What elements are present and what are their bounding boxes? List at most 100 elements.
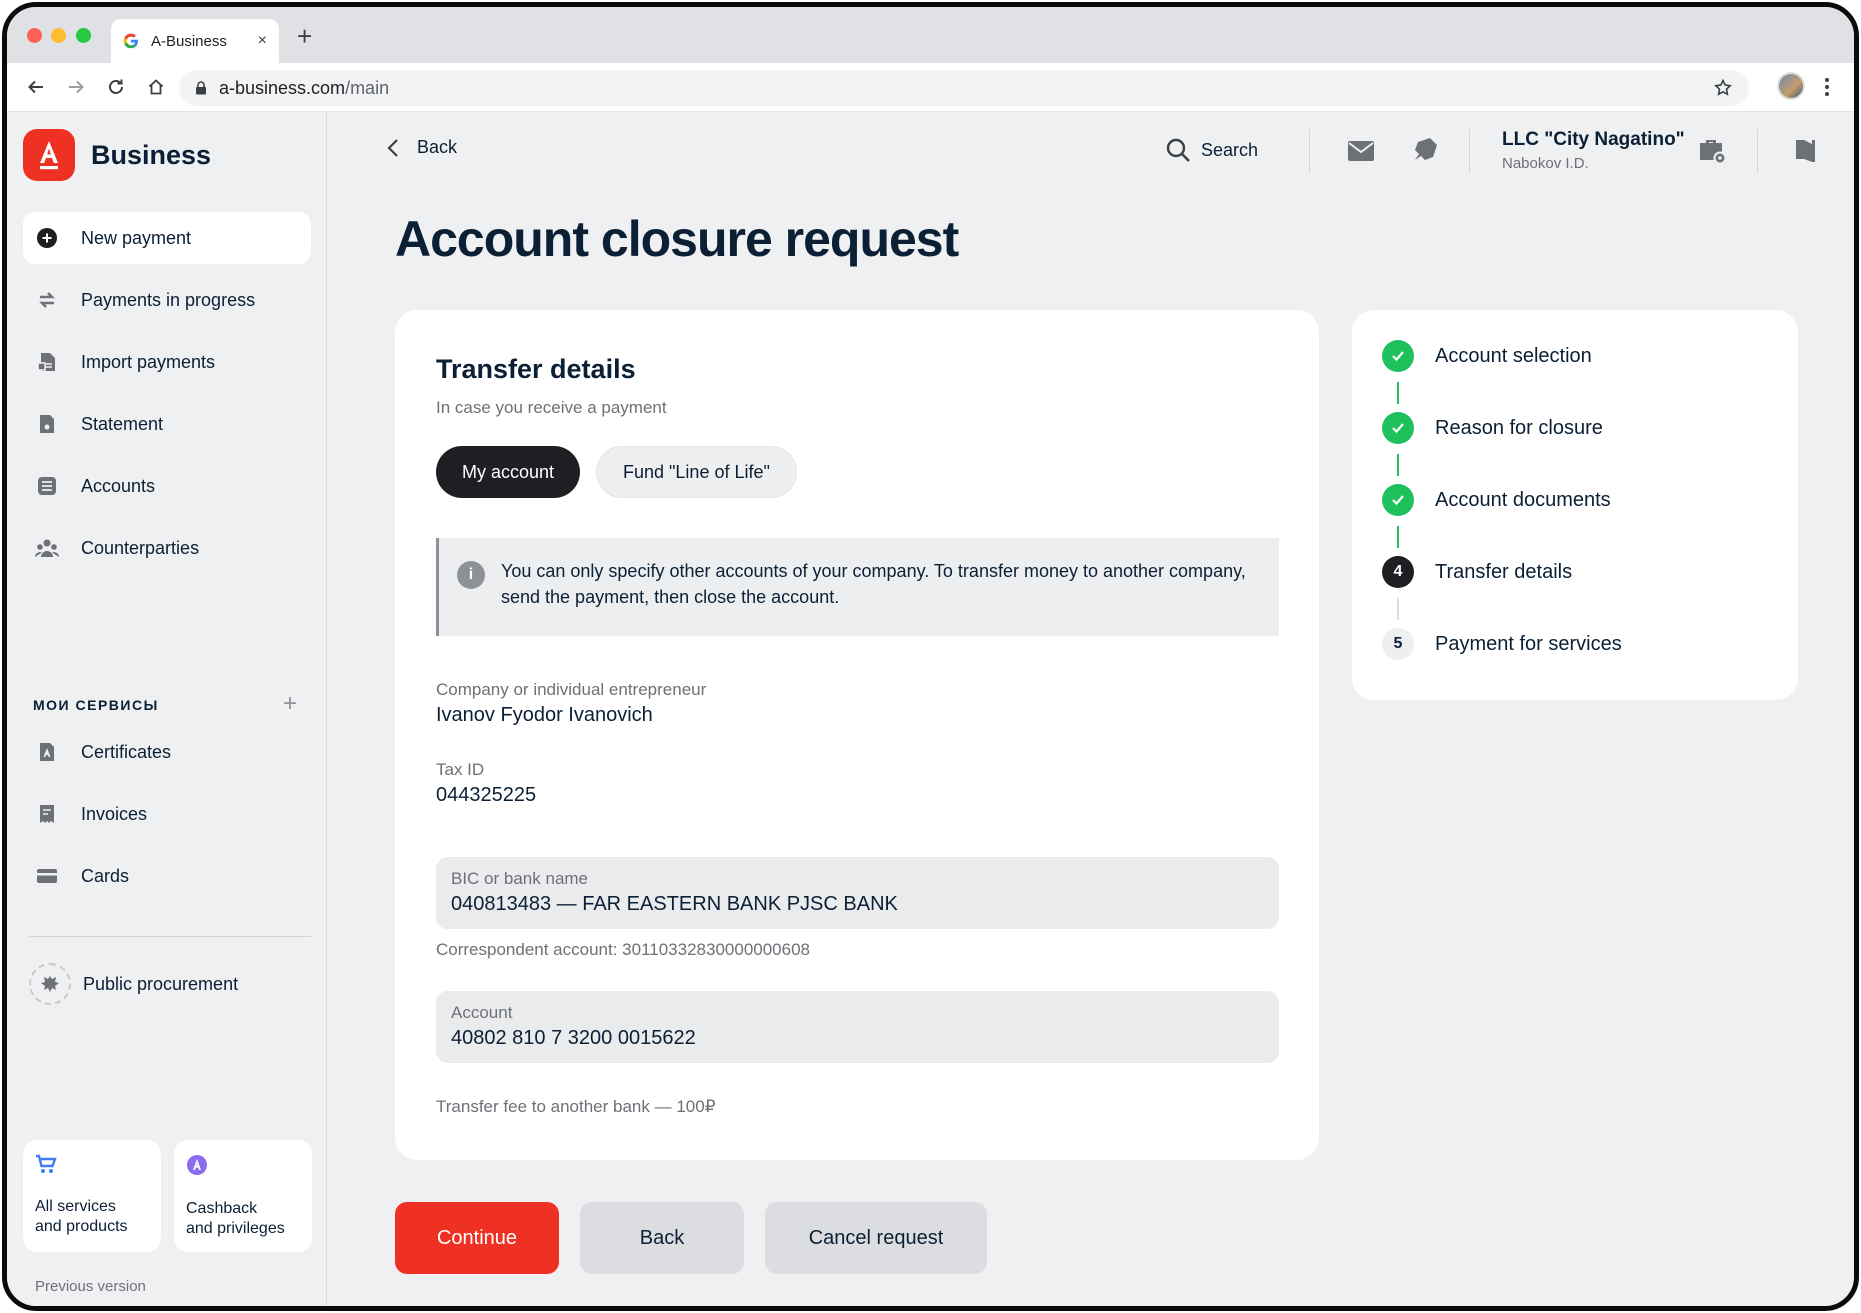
bic-input[interactable]: BIC or bank name 040813483 — FAR EASTERN… bbox=[436, 857, 1279, 929]
browser-tab[interactable]: A-Business × bbox=[111, 19, 279, 63]
url-host: a-business.com bbox=[219, 77, 346, 98]
browser-menu-icon[interactable] bbox=[1824, 76, 1830, 98]
promo-cashback[interactable]: Cashback and privileges bbox=[174, 1140, 312, 1252]
sidebar-item-label: Public procurement bbox=[83, 973, 239, 994]
sidebar-item-public-procurement[interactable]: Public procurement bbox=[23, 958, 311, 1020]
arrows-exchange-icon bbox=[35, 288, 59, 312]
info-icon: i bbox=[457, 561, 485, 589]
url-text: a-business.com/main bbox=[219, 78, 389, 99]
import-document-icon bbox=[35, 350, 59, 374]
promo-line-1: Cashback bbox=[186, 1200, 258, 1217]
procurement-row[interactable]: Public procurement bbox=[23, 958, 311, 1010]
step-number: 4 bbox=[1382, 556, 1414, 588]
step-payment-for-services[interactable]: 5 Payment for services bbox=[1382, 628, 1622, 660]
account-input-label: Account bbox=[451, 1003, 513, 1022]
home-icon[interactable] bbox=[145, 76, 167, 98]
invoice-icon bbox=[35, 802, 59, 826]
address-bar[interactable]: a-business.com/main bbox=[179, 70, 1749, 106]
previous-version-link[interactable]: Previous version bbox=[35, 1278, 146, 1295]
check-icon bbox=[1382, 412, 1414, 444]
card-title: Transfer details bbox=[436, 354, 636, 384]
transfer-details-card: Transfer details In case you receive a p… bbox=[395, 310, 1319, 1160]
header-divider bbox=[1469, 129, 1470, 173]
emblem-icon bbox=[29, 963, 71, 1005]
header-back-button[interactable]: Back bbox=[387, 137, 457, 158]
continue-button[interactable]: Continue bbox=[395, 1202, 559, 1274]
step-transfer-details[interactable]: 4 Transfer details bbox=[1382, 556, 1572, 588]
promo-text: All services and products bbox=[35, 1197, 149, 1237]
cashback-icon bbox=[187, 1155, 207, 1175]
header-back-label: Back bbox=[417, 137, 458, 157]
bookmark-star-icon[interactable] bbox=[1713, 78, 1733, 98]
certificate-icon bbox=[35, 740, 59, 764]
sidebar-item-payments-in-progress[interactable]: Payments in progress bbox=[23, 274, 311, 326]
chip-fund-line-of-life[interactable]: Fund "Line of Life" bbox=[596, 446, 797, 498]
step-connector bbox=[1397, 454, 1399, 476]
promo-all-services[interactable]: All services and products bbox=[23, 1140, 161, 1252]
sidebar-item-statement[interactable]: Statement bbox=[23, 398, 311, 450]
sidebar-item-accounts[interactable]: Accounts bbox=[23, 460, 311, 512]
sidebar-item-counterparties[interactable]: Counterparties bbox=[23, 522, 311, 574]
reload-icon[interactable] bbox=[105, 76, 127, 98]
cancel-request-button[interactable]: Cancel request bbox=[765, 1202, 987, 1274]
sidebar: Business New payment Payments in progres… bbox=[7, 112, 327, 1306]
tab-close-icon[interactable]: × bbox=[258, 32, 267, 50]
notice-text: You can only specify other accounts of y… bbox=[501, 561, 1246, 607]
chevron-left-icon bbox=[387, 138, 398, 157]
step-label: Account documents bbox=[1435, 488, 1611, 511]
transfer-fee-note: Transfer fee to another bank — 100₽ bbox=[436, 1097, 716, 1116]
notification-bell-icon[interactable] bbox=[1410, 135, 1438, 165]
step-connector bbox=[1397, 526, 1399, 548]
step-label: Payment for services bbox=[1435, 632, 1622, 655]
card-subtitle: In case you receive a payment bbox=[436, 398, 667, 417]
correspondent-account: Correspondent account: 30110332830000000… bbox=[436, 940, 810, 959]
sidebar-item-label: Counterparties bbox=[81, 537, 200, 558]
services-nav: Certificates Invoices Cards bbox=[23, 726, 311, 912]
chip-my-account[interactable]: My account bbox=[436, 446, 581, 498]
header-search-button[interactable]: Search bbox=[1165, 137, 1258, 163]
minimize-window-button[interactable] bbox=[51, 28, 66, 43]
step-number: 5 bbox=[1382, 628, 1414, 660]
promo-line-2: and privileges bbox=[186, 1220, 285, 1237]
page-title: Account closure request bbox=[395, 211, 959, 267]
close-window-button[interactable] bbox=[27, 28, 42, 43]
sidebar-nav: New payment Payments in progress Import … bbox=[23, 212, 311, 584]
alfa-logo-icon bbox=[23, 129, 75, 181]
step-label: Reason for closure bbox=[1435, 416, 1603, 439]
sidebar-item-invoices[interactable]: Invoices bbox=[23, 788, 311, 840]
account-input[interactable]: Account 40802 810 7 3200 0015622 bbox=[436, 991, 1279, 1063]
briefcase-settings-icon[interactable] bbox=[1697, 137, 1727, 165]
step-account-selection[interactable]: Account selection bbox=[1382, 340, 1592, 372]
add-service-button[interactable]: + bbox=[283, 690, 297, 718]
lock-icon bbox=[196, 81, 206, 95]
bic-input-label: BIC or bank name bbox=[451, 869, 589, 888]
company-user: Nabokov I.D. bbox=[1502, 155, 1589, 172]
sidebar-item-import-payments[interactable]: Import payments bbox=[23, 336, 311, 388]
bic-input-value: 040813483 — FAR EASTERN BANK PJSC BANK bbox=[451, 893, 898, 915]
profile-avatar[interactable] bbox=[1777, 72, 1805, 100]
sidebar-item-certificates[interactable]: Certificates bbox=[23, 726, 311, 778]
tax-id-value: 044325225 bbox=[436, 784, 537, 806]
header-search-label: Search bbox=[1201, 139, 1259, 160]
company-label: Company or individual entrepreneur bbox=[436, 680, 707, 699]
step-connector bbox=[1397, 382, 1399, 404]
sidebar-item-cards[interactable]: Cards bbox=[23, 850, 311, 902]
browser-forward-icon[interactable] bbox=[65, 76, 87, 98]
tax-id-label: Tax ID bbox=[436, 760, 485, 779]
cart-icon bbox=[36, 1154, 57, 1173]
maximize-window-button[interactable] bbox=[76, 28, 91, 43]
brand[interactable]: Business bbox=[23, 129, 211, 181]
brand-name: Business bbox=[91, 139, 212, 170]
step-account-documents[interactable]: Account documents bbox=[1382, 484, 1611, 516]
logout-icon[interactable] bbox=[1793, 138, 1817, 164]
sidebar-item-label: Certificates bbox=[81, 741, 172, 762]
new-tab-button[interactable]: + bbox=[297, 23, 312, 49]
company-switcher[interactable]: LLC "City Nagatino" Nabokov I.D. bbox=[1502, 129, 1685, 172]
sidebar-item-new-payment[interactable]: New payment bbox=[23, 212, 311, 264]
mail-icon[interactable] bbox=[1347, 140, 1375, 162]
plus-circle-icon bbox=[35, 226, 59, 250]
browser-back-icon[interactable] bbox=[25, 76, 47, 98]
step-reason-for-closure[interactable]: Reason for closure bbox=[1382, 412, 1603, 444]
browser-toolbar: a-business.com/main bbox=[7, 63, 1854, 112]
back-button[interactable]: Back bbox=[580, 1202, 744, 1274]
